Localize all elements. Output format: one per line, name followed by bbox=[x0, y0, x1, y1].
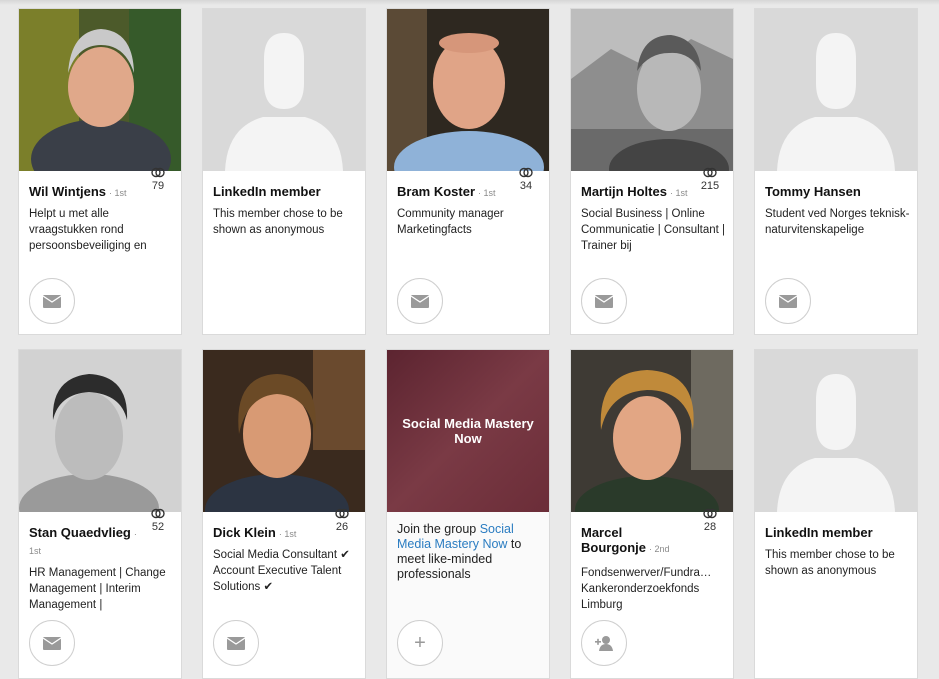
member-name-text[interactable]: Marcel Bourgonje bbox=[581, 525, 646, 555]
degree-text: 1st bbox=[29, 546, 42, 556]
degree-text: 1st bbox=[114, 188, 127, 198]
shared-count: 34 bbox=[519, 180, 533, 192]
member-name-text[interactable]: Martijn Holtes bbox=[581, 184, 667, 199]
member-name-text[interactable]: Stan Quaedvlieg bbox=[29, 525, 131, 540]
profile-photo[interactable] bbox=[571, 9, 733, 171]
shared-connections[interactable]: 52 bbox=[143, 508, 173, 533]
member-headline: Social Media Consultant ✔ Account Execut… bbox=[213, 549, 350, 593]
profile-card[interactable]: 79 Wil Wintjens · 1st Helpt u met alle vr… bbox=[18, 8, 182, 335]
connection-degree: · 1st bbox=[109, 188, 127, 198]
connection-degree: · 2nd bbox=[649, 544, 670, 554]
member-name-text[interactable]: Dick Klein bbox=[213, 525, 276, 540]
profile-photo[interactable] bbox=[19, 9, 181, 171]
profile-photo-placeholder bbox=[755, 350, 917, 512]
member-name[interactable]: LinkedIn member bbox=[765, 525, 885, 540]
member-name[interactable]: Tommy Hansen bbox=[765, 184, 885, 199]
group-banner-title: Social Media Mastery Now bbox=[402, 416, 534, 446]
join-prefix: Join the group bbox=[397, 522, 480, 536]
profile-photo-placeholder bbox=[203, 9, 365, 171]
add-person-icon bbox=[595, 636, 613, 651]
profile-card[interactable]: 52 Stan Quaedvlieg · 1st HR Management | … bbox=[18, 349, 182, 679]
shared-count: 26 bbox=[335, 521, 349, 533]
shared-connections-icon bbox=[143, 508, 173, 520]
member-name[interactable]: Marcel Bourgonje · 2nd bbox=[581, 525, 691, 557]
group-banner[interactable]: Social Media Mastery Now bbox=[387, 350, 549, 512]
member-name[interactable]: Wil Wintjens · 1st bbox=[29, 184, 149, 201]
connection-degree: · 1st bbox=[278, 529, 297, 539]
member-headline: Student ved Norges teknisk-naturvitenska… bbox=[765, 208, 910, 236]
envelope-icon bbox=[779, 294, 797, 308]
top-shadow bbox=[0, 0, 939, 5]
plus-icon: + bbox=[414, 632, 426, 654]
profile-photo[interactable] bbox=[387, 9, 549, 171]
profile-photo[interactable] bbox=[203, 350, 365, 512]
profile-card[interactable]: Tommy Hansen Student ved Norges teknisk-… bbox=[754, 8, 918, 335]
message-button[interactable] bbox=[29, 278, 75, 324]
member-headline: Helpt u met alle vraagstukken rond perso… bbox=[29, 208, 147, 252]
degree-text: 1st bbox=[675, 188, 688, 198]
profile-card[interactable]: 215 Martijn Holtes · 1st Social Business … bbox=[570, 8, 734, 335]
profile-photo-placeholder bbox=[755, 9, 917, 171]
connection-degree: · 1st bbox=[669, 188, 688, 198]
member-name[interactable]: Dick Klein · 1st bbox=[213, 525, 333, 542]
shared-connections-icon bbox=[511, 167, 541, 179]
envelope-icon bbox=[595, 294, 613, 308]
group-join-text: Join the group Social Media Mastery Now … bbox=[397, 522, 537, 582]
shared-count: 215 bbox=[700, 180, 720, 192]
envelope-icon bbox=[43, 636, 61, 650]
shared-connections-icon bbox=[327, 508, 357, 520]
member-name[interactable]: Bram Koster · 1st bbox=[397, 184, 517, 201]
message-button[interactable] bbox=[213, 620, 259, 666]
member-headline: Community manager Marketingfacts bbox=[397, 208, 504, 236]
member-headline: Social Business | Online Communicatie | … bbox=[581, 208, 726, 252]
message-button[interactable] bbox=[29, 620, 75, 666]
member-name[interactable]: LinkedIn member bbox=[213, 184, 333, 199]
envelope-icon bbox=[43, 294, 61, 308]
shared-count: 52 bbox=[151, 521, 165, 533]
profile-card[interactable]: 34 Bram Koster · 1st Community manager Ma… bbox=[386, 8, 550, 335]
group-card[interactable]: Social Media Mastery Now Join the group … bbox=[386, 349, 550, 679]
profile-photo[interactable] bbox=[571, 350, 733, 512]
message-button[interactable] bbox=[581, 278, 627, 324]
connect-button[interactable] bbox=[581, 620, 627, 666]
member-name[interactable]: Stan Quaedvlieg · 1st bbox=[29, 525, 139, 559]
shared-connections[interactable]: 28 bbox=[695, 508, 725, 533]
member-name-text[interactable]: Wil Wintjens bbox=[29, 184, 106, 199]
shared-count: 28 bbox=[703, 521, 717, 533]
profile-card[interactable]: LinkedIn member This member chose to be … bbox=[754, 349, 918, 679]
member-headline: HR Management | Change Management | Inte… bbox=[29, 567, 166, 611]
degree-text: 1st bbox=[483, 188, 496, 198]
join-group-button[interactable]: + bbox=[397, 620, 443, 666]
shared-connections-icon bbox=[695, 167, 725, 179]
profile-card[interactable]: 26 Dick Klein · 1st Social Media Consulta… bbox=[202, 349, 366, 679]
member-name[interactable]: Martijn Holtes · 1st bbox=[581, 184, 701, 201]
profile-card[interactable]: 28 Marcel Bourgonje · 2nd Fondsenwerver/F… bbox=[570, 349, 734, 679]
member-headline: Fondsenwerver/Fundra… Kankeronderzoekfon… bbox=[581, 567, 712, 611]
shared-connections-icon bbox=[695, 508, 725, 520]
envelope-icon bbox=[411, 294, 429, 308]
shared-connections-icon bbox=[143, 167, 173, 179]
profile-photo[interactable] bbox=[19, 350, 181, 512]
shared-count: 79 bbox=[151, 180, 165, 192]
message-button[interactable] bbox=[397, 278, 443, 324]
connection-degree: · 1st bbox=[478, 188, 496, 198]
degree-text: 1st bbox=[284, 529, 297, 539]
degree-text: 2nd bbox=[654, 544, 670, 554]
member-headline: This member chose to be shown as anonymo… bbox=[765, 549, 895, 577]
message-button[interactable] bbox=[765, 278, 811, 324]
profile-card[interactable]: LinkedIn member This member chose to be … bbox=[202, 8, 366, 335]
member-name-text[interactable]: Bram Koster bbox=[397, 184, 475, 199]
member-headline: This member chose to be shown as anonymo… bbox=[213, 208, 343, 236]
envelope-icon bbox=[227, 636, 245, 650]
